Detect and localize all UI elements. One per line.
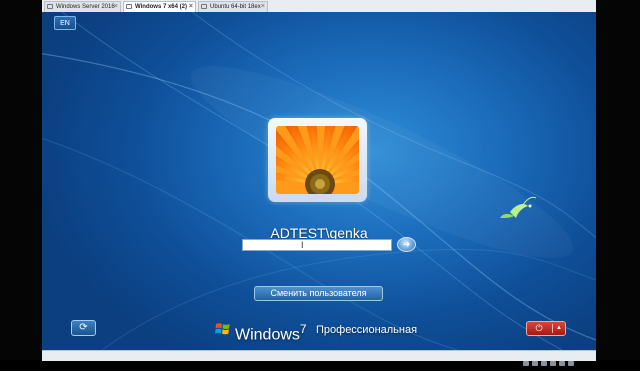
vm-icon [47,4,53,9]
tab-windows-server-2016[interactable]: Windows Server 2016 × [44,1,121,12]
vm-icon [126,4,132,9]
device-icon[interactable] [559,361,565,366]
letterbox-left [0,0,42,360]
windows-name: Windows [235,326,300,344]
text-cursor-icon: I [301,240,304,250]
device-icon[interactable] [532,361,538,366]
close-icon[interactable]: × [114,2,118,12]
user-picture [276,126,359,194]
arrow-right-icon: ➜ [402,239,411,249]
windows-logo-icon [215,323,230,335]
close-icon[interactable]: × [261,2,265,12]
orange-flower-picture [276,126,359,194]
submit-button[interactable]: ➜ [397,237,416,252]
letterbox-right [596,0,640,360]
tab-ubuntu-64-bit[interactable]: Ubuntu 64-bit 18ex × [198,1,268,12]
device-icon[interactable] [568,361,574,366]
device-status-icons [520,353,590,366]
power-icon: ⏻ [535,323,543,333]
ease-of-access-button[interactable]: ⟳ [71,320,96,336]
ease-of-access-icon: ⟳ [79,322,88,333]
windows-wordmark: Windows7 [235,319,307,345]
tab-windows-7-x64[interactable]: Windows 7 x64 (2) × [123,1,196,12]
windows-version: 7 [299,322,307,336]
tab-label: Windows 7 x64 (2) [135,4,187,10]
device-icon[interactable] [541,361,547,366]
tab-label: Windows Server 2016 [56,4,115,10]
device-icon[interactable] [550,361,556,366]
tab-label: Ubuntu 64-bit 18ex [210,4,261,10]
shutdown-options-button[interactable]: ▲ [553,322,565,335]
input-language-indicator[interactable]: EN [54,16,76,30]
close-icon[interactable]: × [189,2,193,12]
guest-login-screen: EN ADTEST\genka I ➜ Сменить пользователя… [42,12,596,350]
switch-user-button[interactable]: Сменить пользователя [254,286,383,301]
vm-status-strip [42,350,596,366]
user-tile [268,118,367,202]
shutdown-button[interactable]: ⏻ ▲ [526,321,566,336]
windows-edition: Профессиональная [316,324,418,336]
device-icon[interactable] [523,361,529,366]
vm-icon [201,4,207,9]
password-input[interactable]: I [242,239,392,251]
